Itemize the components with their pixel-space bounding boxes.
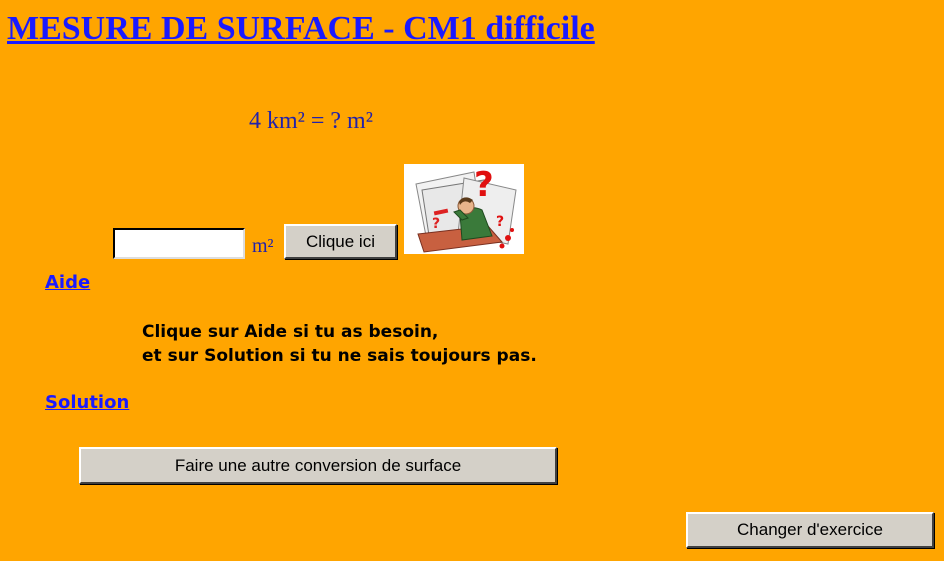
change-exercise-button[interactable]: Changer d'exercice — [686, 512, 934, 548]
unit-label: m² — [252, 235, 274, 257]
hint-text: Clique sur Aide si tu as besoin, et sur … — [142, 320, 537, 368]
another-conversion-button[interactable]: Faire une autre conversion de surface — [79, 447, 557, 484]
help-link[interactable]: Aide — [45, 272, 90, 294]
svg-text:?: ? — [432, 216, 440, 232]
check-button[interactable]: Clique ici — [284, 224, 397, 259]
svg-text:?: ? — [474, 165, 494, 205]
svg-text:?: ? — [496, 214, 504, 230]
answer-input[interactable] — [113, 228, 245, 259]
solution-link[interactable]: Solution — [45, 392, 129, 414]
hint-line-1: Clique sur Aide si tu as besoin, — [142, 322, 439, 342]
hint-line-2: et sur Solution si tu ne sais toujours p… — [142, 346, 537, 366]
thinking-man-icon: ? ? ? — [404, 164, 524, 254]
question-text: 4 km² = ? m² — [249, 108, 373, 134]
page-title: MESURE DE SURFACE - CM1 difficile — [7, 10, 595, 47]
